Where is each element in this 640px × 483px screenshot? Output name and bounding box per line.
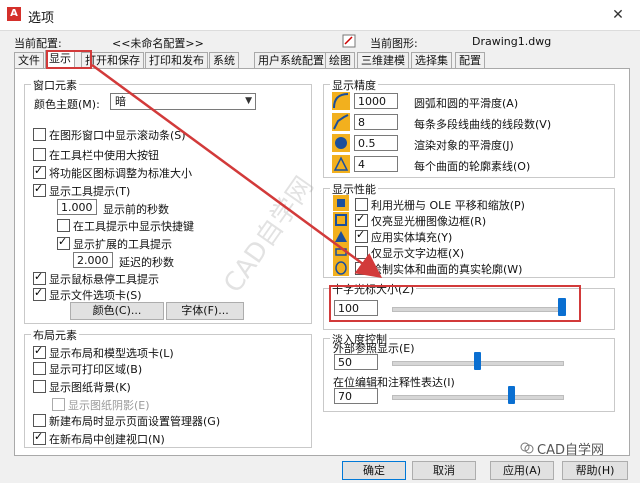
highlight-box-crosshair bbox=[329, 285, 581, 322]
highlight-box-display-tab bbox=[46, 50, 92, 69]
annotation-arrow bbox=[46, 50, 581, 322]
